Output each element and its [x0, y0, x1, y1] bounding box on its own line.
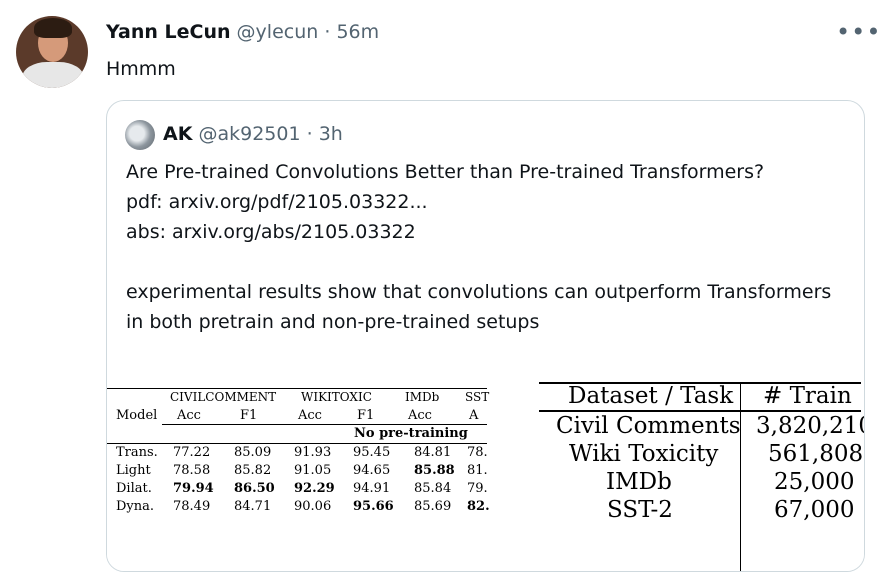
column-header: F1 — [240, 408, 258, 423]
quoted-tweet-header: AK @ak92501 · 3h — [163, 119, 343, 149]
row-value: 84.71 — [234, 499, 272, 514]
quoted-tweet-time: 3h — [318, 123, 343, 145]
separator-dot: · — [324, 21, 331, 43]
dataset-task: Wiki Toxicity — [569, 441, 719, 467]
quoted-tweet-image[interactable]: CIVILCOMMENT WIKITOXIC IMDb SST Model Ac… — [107, 382, 865, 571]
table-rule — [107, 388, 487, 389]
row-value: 81. — [467, 463, 488, 478]
row-model: Dilat. — [116, 481, 152, 496]
section-label: No pre-training — [354, 426, 468, 441]
row-model: Light — [116, 463, 151, 478]
row-value: 85.84 — [414, 481, 452, 496]
group-header: IMDb — [405, 390, 440, 404]
quoted-author-name: AK — [163, 123, 193, 145]
dataset-task: Civil Comments — [556, 413, 741, 439]
row-value: 78.58 — [173, 463, 211, 478]
row-value: 91.05 — [294, 463, 332, 478]
quoted-tweet[interactable]: AK @ak92501 · 3h Are Pre-trained Convolu… — [106, 100, 865, 572]
dataset-train: 67,000 — [774, 497, 855, 523]
row-value: 91.93 — [294, 445, 332, 460]
author-avatar[interactable] — [16, 16, 88, 88]
row-value: 82. — [467, 499, 490, 514]
dataset-train: 561,808 — [768, 441, 864, 467]
row-model: Trans. — [116, 445, 158, 460]
tweet-header: Yann LeCun @ylecun · 56m — [106, 18, 379, 46]
column-header: F1 — [357, 408, 375, 423]
more-options-icon[interactable]: ••• — [836, 18, 881, 46]
author-name[interactable]: Yann LeCun — [106, 21, 231, 43]
avatar-shirt — [22, 62, 84, 88]
row-value: 85.88 — [414, 463, 455, 478]
row-value: 84.81 — [414, 445, 452, 460]
row-value: 90.06 — [294, 499, 332, 514]
quoted-author-handle: @ak92501 — [198, 123, 301, 145]
row-value: 94.91 — [353, 481, 391, 496]
dataset-header: Dataset / Task — [568, 383, 734, 409]
tweet-text: Hmmm — [106, 58, 176, 80]
dataset-task: SST-2 — [607, 497, 673, 523]
row-value: 77.22 — [173, 445, 211, 460]
row-value: 95.66 — [353, 499, 394, 514]
row-value: 85.09 — [234, 445, 272, 460]
tweet-time[interactable]: 56m — [336, 21, 379, 43]
column-header: A — [469, 408, 479, 423]
row-value: 94.65 — [353, 463, 391, 478]
group-header: CIVILCOMMENT — [170, 390, 277, 404]
row-value: 85.69 — [414, 499, 452, 514]
table-rule — [162, 424, 487, 425]
column-header: Acc — [408, 408, 432, 423]
avatar-hair — [34, 18, 72, 38]
dataset-train: 3,820,210 — [756, 413, 865, 439]
dataset-task: IMDb — [606, 469, 672, 495]
quoted-separator-dot: · — [306, 123, 313, 145]
row-value: 95.45 — [353, 445, 391, 460]
quoted-tweet-text: Are Pre-trained Convolutions Better than… — [126, 161, 832, 333]
row-value: 78.49 — [173, 499, 211, 514]
row-value: 78. — [467, 445, 488, 460]
row-value: 79. — [467, 481, 488, 496]
column-header: Acc — [177, 408, 201, 423]
group-header: WIKITOXIC — [301, 390, 372, 404]
dataset-train: 25,000 — [774, 469, 855, 495]
dataset-header: # Train — [763, 383, 852, 409]
author-handle[interactable]: @ylecun — [237, 21, 319, 43]
row-value: 86.50 — [234, 481, 275, 496]
table-rule — [107, 443, 487, 444]
row-value: 92.29 — [294, 481, 335, 496]
column-header: Acc — [298, 408, 322, 423]
row-model: Dyna. — [116, 499, 155, 514]
group-header: SST — [465, 390, 490, 404]
quoted-author-avatar — [125, 120, 155, 150]
column-header: Model — [116, 408, 158, 423]
row-value: 79.94 — [173, 481, 214, 496]
row-value: 85.82 — [234, 463, 272, 478]
